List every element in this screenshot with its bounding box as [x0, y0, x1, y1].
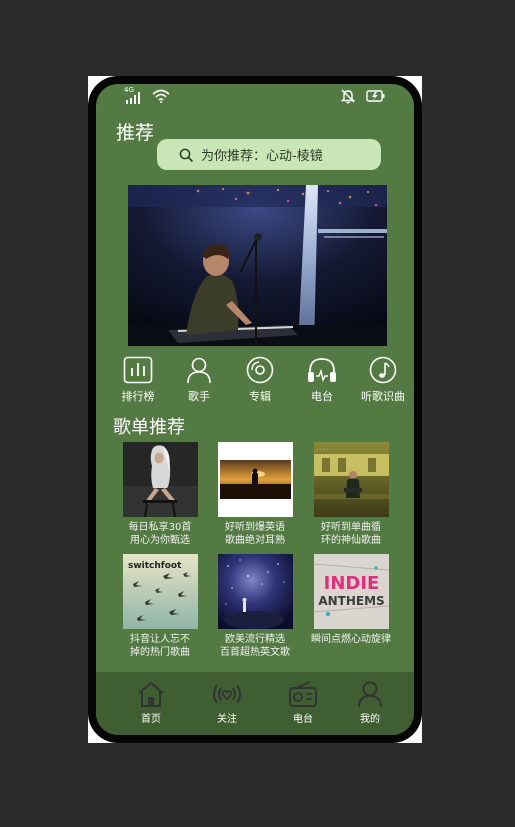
battery-charging-icon: [366, 90, 385, 102]
category-charts[interactable]: 排行榜: [110, 356, 166, 404]
tab-label: 我的: [360, 714, 380, 725]
category-label: 专辑: [249, 390, 271, 403]
music-note-icon: [369, 356, 397, 384]
playlist-caption-line: 好听到爆英语: [225, 522, 285, 533]
playlist-caption: 好听到单曲循 环的神仙歌曲: [306, 521, 396, 547]
tab-label: 关注: [217, 714, 237, 725]
person-icon: [187, 357, 211, 384]
headphones-icon: [308, 358, 336, 383]
app-screen: 4G 推荐 为你推荐：心动-棱镜 排行榜 歌手 专辑 电台 听歌识曲 歌单推荐 …: [96, 84, 414, 735]
playlist-caption: 好听到爆英语 歌曲绝对耳熟: [210, 521, 300, 547]
playlist-caption-line: 歌曲绝对耳熟: [225, 535, 285, 546]
page-title: 推荐: [116, 122, 155, 144]
playlist-card[interactable]: INDIE ANTHEMS 瞬间点燃心动旋律: [306, 554, 396, 646]
category-label: 听歌识曲: [361, 390, 405, 403]
chart-icon: [123, 356, 153, 384]
switchfoot-logo-text: switchfoot: [128, 561, 182, 571]
playlist-caption-line: 用心为你甄选: [130, 535, 190, 546]
playlist-caption: 每日私享30首 用心为你甄选: [115, 521, 205, 547]
category-row: 排行榜 歌手 专辑 电台 听歌识曲: [110, 356, 410, 408]
category-label: 电台: [311, 390, 333, 403]
playlist-caption-line: 百首超热英文歌: [220, 647, 290, 658]
category-label: 歌手: [188, 390, 210, 403]
playlist-caption-line: 掉的热门歌曲: [130, 647, 190, 658]
tab-label: 电台: [293, 714, 313, 725]
tab-follow[interactable]: 关注: [202, 680, 252, 725]
tab-mine[interactable]: 我的: [345, 680, 395, 725]
svg-text:· · · ·: · · · ·: [317, 447, 329, 453]
playlist-caption-line: 欧美流行精选: [225, 634, 285, 645]
radio-icon: [289, 681, 317, 707]
playlist-cover: [122, 442, 198, 517]
search-icon: [179, 148, 193, 162]
playlist-cover: switchfoot: [122, 554, 198, 629]
section-title: 歌单推荐: [113, 417, 185, 438]
anthems-title-text: ANTHEMS: [318, 594, 384, 608]
status-bar: 4G: [96, 84, 414, 110]
playlist-caption-line: 抖音让人忘不: [130, 634, 190, 645]
search-placeholder: 为你推荐：心动-棱镜: [201, 149, 323, 164]
playlist-caption-line: 瞬间点燃心动旋律: [311, 634, 391, 645]
category-song-recognition[interactable]: 听歌识曲: [355, 356, 411, 404]
playlist-card[interactable]: 欧美流行精选 百首超热英文歌: [210, 554, 300, 659]
category-singers[interactable]: 歌手: [171, 356, 227, 404]
user-icon: [358, 681, 382, 708]
tab-radio[interactable]: 电台: [278, 680, 328, 725]
playlist-caption-line: 每日私享30首: [128, 522, 192, 533]
playlist-card[interactable]: switchfoot 抖音让人忘不 掉的热门歌曲: [115, 554, 205, 659]
playlist-caption: 瞬间点燃心动旋律: [306, 633, 396, 646]
bottom-tab-bar: 首页 关注 电台 我的: [96, 672, 414, 735]
bell-muted-icon: [340, 89, 356, 104]
disc-icon: [246, 356, 274, 384]
featured-banner-image[interactable]: [128, 185, 387, 346]
phone-frame: 4G 推荐 为你推荐：心动-棱镜 排行榜 歌手 专辑 电台 听歌识曲 歌单推荐 …: [88, 76, 422, 743]
category-label: 排行榜: [121, 390, 155, 403]
wifi-icon: [152, 89, 170, 103]
home-icon: [138, 682, 164, 707]
playlist-cover: INDIE ANTHEMS: [313, 554, 389, 629]
tab-label: 首页: [141, 714, 161, 725]
playlist-cover: [217, 554, 293, 629]
category-radio[interactable]: 电台: [294, 356, 350, 404]
playlist-caption-line: 环的神仙歌曲: [321, 535, 381, 546]
playlist-caption: 抖音让人忘不 掉的热门歌曲: [115, 633, 205, 659]
radio-waves-icon: [213, 684, 241, 704]
playlist-card[interactable]: · · · · 好听到单曲循 环的神仙歌曲: [306, 442, 396, 547]
category-albums[interactable]: 专辑: [232, 356, 288, 404]
cellular-signal-icon: 4G: [124, 86, 144, 106]
tab-home[interactable]: 首页: [126, 680, 176, 725]
playlist-caption-line: 好听到单曲循: [321, 522, 381, 533]
playlist-caption: 欧美流行精选 百首超热英文歌: [210, 633, 300, 659]
indie-title-text: INDIE: [323, 573, 379, 594]
playlist-card[interactable]: 好听到爆英语 歌曲绝对耳熟: [210, 442, 300, 547]
search-bar[interactable]: 为你推荐：心动-棱镜: [157, 139, 381, 170]
playlist-cover: · · · ·: [313, 442, 389, 517]
playlist-card[interactable]: 每日私享30首 用心为你甄选: [115, 442, 205, 547]
playlist-cover: [217, 442, 293, 517]
